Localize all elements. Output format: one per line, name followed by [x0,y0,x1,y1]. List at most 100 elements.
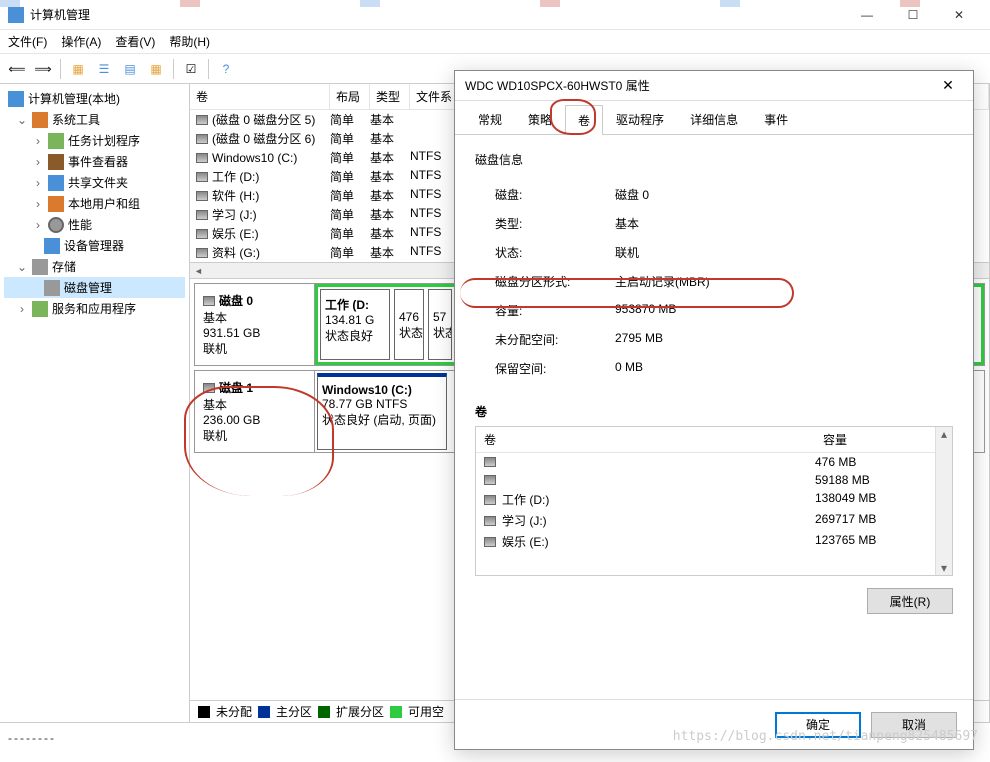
disk-icon [44,280,60,296]
tab-policy[interactable]: 策略 [515,104,565,134]
volume-icon [484,495,496,505]
listbox-row[interactable]: 59188 MB [476,471,935,489]
partition-476[interactable]: 476 状态 [394,289,424,360]
tree-root[interactable]: 计算机管理(本地) [4,88,185,109]
cancel-button[interactable]: 取消 [871,712,957,738]
listbox-row[interactable]: 学习 (J:)269717 MB [476,510,935,531]
maximize-button[interactable]: ☐ [890,0,936,30]
tree-users[interactable]: › 本地用户和组 [4,193,185,214]
tab-events[interactable]: 事件 [751,104,801,134]
up-button[interactable]: ▦ [67,58,89,80]
tab-details[interactable]: 详细信息 [677,104,751,134]
services-icon [32,301,48,317]
device-icon [44,238,60,254]
val-reserved: 0 MB [615,360,953,377]
tree-share[interactable]: › 共享文件夹 [4,172,185,193]
vol-name: 软件 (H:) [212,187,259,204]
twisty-icon[interactable]: › [32,218,44,232]
vb-cap: 59188 MB [815,473,935,487]
part-status: 状态良好 (启动, 页面) [322,413,436,427]
tree-share-label: 共享文件夹 [68,174,128,191]
tree-dev[interactable]: 设备管理器 [4,235,185,256]
vol-type: 基本 [370,149,410,166]
tab-volumes[interactable]: 卷 [565,105,603,135]
volume-icon [196,191,208,201]
partition-d[interactable]: 工作 (D: 134.81 G 状态良好 [320,289,390,360]
partition-57[interactable]: 57 状态 [428,289,452,360]
vol-name: (磁盘 0 磁盘分区 6) [212,130,315,147]
twisty-icon[interactable]: › [16,302,28,316]
view-button[interactable]: ▤ [119,58,141,80]
menu-view[interactable]: 查看(V) [115,33,155,50]
twisty-icon[interactable]: ⌄ [16,260,28,274]
menu-file[interactable]: 文件(F) [8,33,47,50]
vscrollbar[interactable]: ▴▾ [935,427,952,575]
listbox-row[interactable]: 娱乐 (E:)123765 MB [476,531,935,552]
twisty-icon[interactable]: › [32,197,44,211]
forward-button[interactable]: ⟹ [32,58,54,80]
col-cap[interactable]: 容量 [815,427,935,452]
tree-root-label: 计算机管理(本地) [28,90,120,107]
twisty-icon[interactable]: › [32,176,44,190]
part-status: 状态 [399,326,423,340]
disk-0-title: 磁盘 0 [219,292,253,309]
tree-users-label: 本地用户和组 [68,195,140,212]
ok-button[interactable]: 确定 [775,712,861,738]
vol-layout: 简单 [330,206,370,223]
lbl-partition-style: 磁盘分区形式: [475,273,615,290]
partition-c[interactable]: Windows10 (C:) 78.77 GB NTFS 状态良好 (启动, 页… [317,373,447,450]
col-vol[interactable]: 卷 [476,427,815,452]
vb-cap: 138049 MB [815,491,935,508]
minimize-button[interactable]: — [844,0,890,30]
tree-event[interactable]: ›事件查看器 [4,151,185,172]
legend-swatch-free [390,706,402,718]
col-type[interactable]: 类型 [370,84,410,109]
menu-help[interactable]: 帮助(H) [169,33,210,50]
dialog-close-button[interactable]: ✕ [933,77,963,94]
tree-perf[interactable]: ›性能 [4,214,185,235]
tab-general[interactable]: 常规 [465,104,515,134]
disk-0-type: 基本 [203,309,306,326]
tree-tools[interactable]: ⌄系统工具 [4,109,185,130]
legend-swatch-extended [318,706,330,718]
close-button[interactable]: ✕ [936,0,982,30]
prop-button[interactable]: ☑ [180,58,202,80]
lbl-capacity: 容量: [475,302,615,319]
twisty-icon[interactable]: › [32,134,44,148]
menu-action[interactable]: 操作(A) [61,33,101,50]
tree-storage-label: 存储 [52,258,76,275]
listbox-row[interactable]: 476 MB [476,453,935,471]
list-button[interactable]: ▦ [145,58,167,80]
col-volume[interactable]: 卷 [190,84,330,109]
refresh-button[interactable]: ☰ [93,58,115,80]
volume-icon [484,516,496,526]
dialog-body: 磁盘信息 磁盘:磁盘 0 类型:基本 状态:联机 磁盘分区形式:主启动记录(MB… [455,135,973,699]
properties-button[interactable]: 属性(R) [867,588,953,614]
twisty-icon[interactable]: › [32,155,44,169]
tree-storage[interactable]: ⌄ 存储 [4,256,185,277]
tree-disk-mgmt[interactable]: 磁盘管理 [4,277,185,298]
titlebar: 计算机管理 — ☐ ✕ [0,0,990,30]
twisty-icon[interactable]: ⌄ [16,113,28,127]
volume-icon [484,537,496,547]
folder-icon [48,175,64,191]
val-partition-style: 主启动记录(MBR) [615,273,953,290]
part-title: 工作 (D: [325,298,369,312]
tree-svc-label: 服务和应用程序 [52,300,136,317]
vol-layout: 简单 [330,149,370,166]
vb-cap: 269717 MB [815,512,935,529]
help-button[interactable]: ? [215,58,237,80]
tree-sched[interactable]: ›任务计划程序 [4,130,185,151]
legend-free: 可用空 [408,703,444,720]
col-layout[interactable]: 布局 [330,84,370,109]
volume-icon [484,457,496,467]
listbox-row[interactable]: 工作 (D:)138049 MB [476,489,935,510]
tree-svc[interactable]: › 服务和应用程序 [4,298,185,319]
tab-driver[interactable]: 驱动程序 [603,104,677,134]
back-button[interactable]: ⟸ [6,58,28,80]
vol-name: 娱乐 (E:) [212,225,259,242]
legend-primary: 主分区 [276,703,312,720]
val-status: 联机 [615,244,953,261]
disk-icon [203,296,215,306]
section-disk-info: 磁盘信息 [475,151,953,168]
